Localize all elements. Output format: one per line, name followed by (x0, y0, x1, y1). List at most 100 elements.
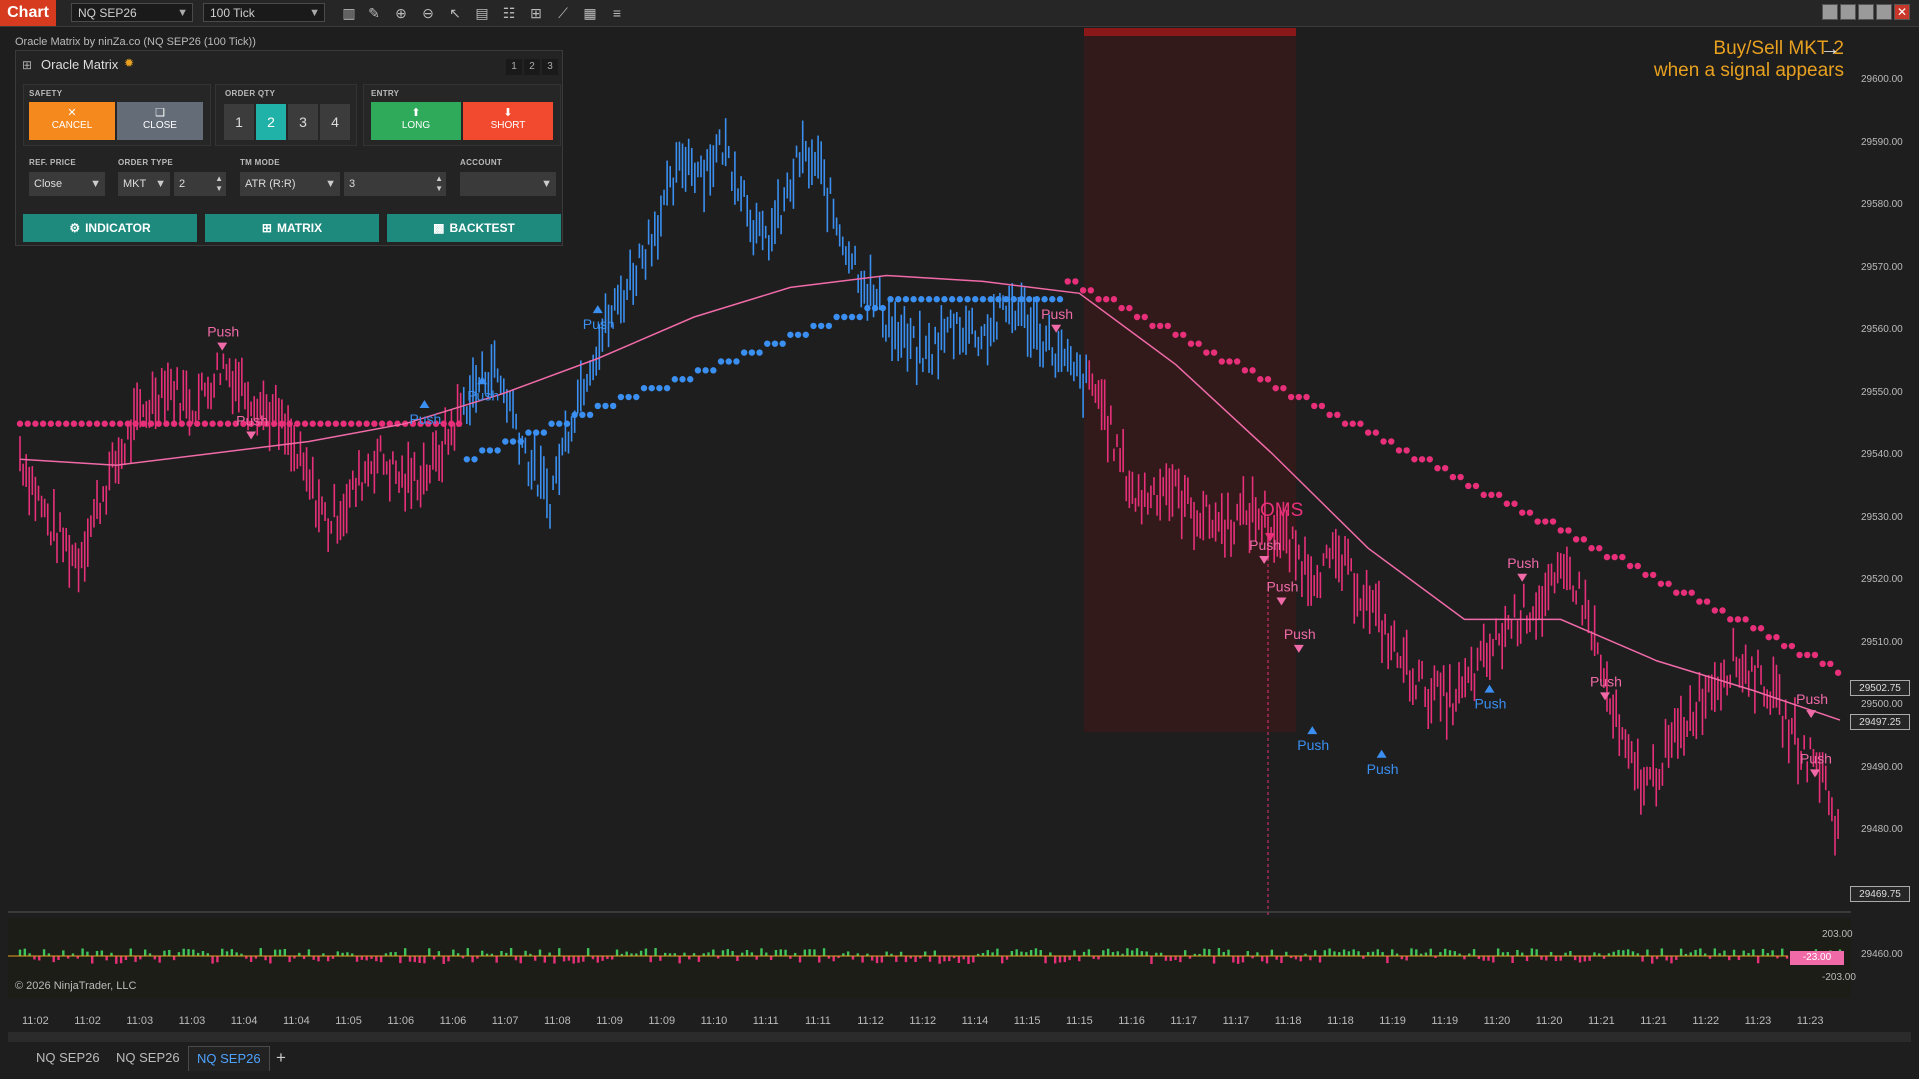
short-button[interactable]: ⬇ SHORT (463, 102, 553, 140)
volume-bar (572, 956, 575, 964)
trend-dot (363, 420, 370, 427)
grid-icon: ⊞ (261, 221, 272, 235)
volume-bar (1371, 951, 1375, 956)
panel-header[interactable]: ⊞ Oracle Matrix ✹ 1 2 3 (16, 51, 562, 79)
volume-bar (249, 956, 253, 962)
page-2-button[interactable]: 2 (524, 59, 540, 75)
volume-bar (1256, 952, 1259, 956)
tm-mode-offset-stepper[interactable]: 3 ▲ ▼ (344, 172, 446, 196)
trend-dot (1388, 438, 1395, 445)
close-button-label: CLOSE (143, 120, 177, 131)
pencil-icon[interactable]: ✎ (365, 4, 383, 22)
templates-icon[interactable]: ▦ (581, 4, 599, 22)
volume-bar (1660, 948, 1664, 956)
volume-bar (1275, 956, 1278, 960)
drawing-tools-icon[interactable]: ⟋ (554, 4, 572, 22)
trend-dot (687, 376, 694, 383)
time-tick-label: 11:16 (1118, 1015, 1145, 1027)
trend-dot (1126, 304, 1133, 312)
trend-dot (1426, 456, 1433, 463)
order-type-select[interactable]: MKT ▼ (118, 172, 170, 196)
trend-dot (1703, 598, 1711, 605)
trend-dot (1103, 296, 1110, 303)
data-box-icon[interactable]: ⊞ (527, 4, 545, 22)
signal-label: Push (1041, 306, 1073, 322)
volume-bar (42, 949, 46, 956)
volume-bar (23, 948, 27, 956)
trend-dot (155, 420, 162, 427)
pointer-icon[interactable]: ↖ (446, 4, 464, 22)
volume-bar (1068, 956, 1071, 961)
qty-4-button[interactable]: 4 (320, 104, 350, 140)
tab-nq-sep26-1[interactable]: NQ SEP26 (28, 1046, 108, 1070)
volume-bar (119, 956, 123, 964)
instrument-value: NQ SEP26 (78, 6, 137, 20)
strategies-icon[interactable]: ☷ (500, 4, 518, 22)
close-button[interactable]: ❑ CLOSE (117, 102, 203, 140)
trend-dot (740, 349, 748, 356)
trend-dot (1156, 322, 1164, 330)
volume-bar (1270, 949, 1274, 956)
tm-mode-select[interactable]: ATR (R:R) ▼ (240, 172, 340, 196)
chart-menu-button[interactable]: Chart (0, 0, 56, 26)
zoom-out-icon[interactable]: ⊖ (419, 4, 437, 22)
volume-bar (1723, 950, 1726, 956)
matrix-button[interactable]: ⊞ MATRIX (205, 214, 379, 242)
volume-bar (1150, 956, 1153, 964)
volume-bar (1208, 949, 1211, 956)
price-tick-label: 29600.00 (1861, 74, 1903, 85)
tab-nq-sep26-2[interactable]: NQ SEP26 (108, 1046, 188, 1070)
volume-bar (885, 951, 888, 956)
volume-bar (1381, 952, 1384, 956)
backtest-button[interactable]: ▩ BACKTEST (387, 214, 561, 242)
trend-dot (486, 447, 494, 454)
long-button[interactable]: ⬆ LONG (371, 102, 461, 140)
page-3-button[interactable]: 3 (542, 59, 558, 75)
bar-type-icon[interactable]: ▥ (340, 4, 358, 22)
signal-label: Push (1249, 537, 1281, 553)
volume-bar (1675, 956, 1678, 960)
indicator-button[interactable]: ⚙ INDICATOR (23, 214, 197, 242)
volume-bar (1265, 956, 1269, 964)
volume-bar (1203, 948, 1206, 956)
time-tick-label: 11:04 (283, 1015, 310, 1027)
trend-dot (848, 313, 856, 321)
trend-dot (301, 420, 309, 427)
tile-window-button[interactable] (1822, 4, 1838, 20)
qty-3-button[interactable]: 3 (288, 104, 318, 140)
horizontal-scrollbar[interactable] (8, 1032, 1911, 1042)
volume-bar (538, 949, 542, 956)
signal-label: Push (1297, 737, 1329, 753)
tab-nq-sep26-active[interactable]: NQ SEP26 (188, 1046, 270, 1071)
trend-dot (1233, 358, 1241, 365)
zoom-in-icon[interactable]: ⊕ (392, 4, 410, 22)
cancel-button[interactable]: ✕ CANCEL (29, 102, 115, 140)
tab-window-button[interactable] (1840, 4, 1856, 20)
volume-bar (360, 956, 364, 960)
trend-dot (324, 420, 332, 427)
trend-dot (186, 420, 193, 427)
maximize-button[interactable] (1876, 4, 1892, 20)
spinner-icon: ▲ ▼ (435, 174, 443, 193)
signal-label: Push (409, 411, 441, 427)
qty-2-button[interactable]: 2 (256, 104, 286, 140)
time-tick-label: 11:15 (1066, 1015, 1093, 1027)
page-1-button[interactable]: 1 (506, 59, 522, 75)
instrument-selector[interactable]: NQ SEP26 ▼ (71, 3, 193, 22)
trend-dot (209, 420, 216, 427)
volume-bar (1439, 952, 1442, 956)
add-tab-button[interactable]: + (276, 1046, 286, 1070)
volume-bar (904, 956, 908, 963)
properties-icon[interactable]: ▤ (473, 4, 491, 22)
close-window-button[interactable]: ✕ (1894, 4, 1910, 20)
minimize-button[interactable] (1858, 4, 1874, 20)
list-icon[interactable]: ≡ (608, 4, 626, 22)
trend-dot (502, 438, 509, 445)
order-type-offset-value: 2 (179, 178, 186, 190)
ref-price-select[interactable]: Close ▼ (29, 172, 105, 196)
trend-dot (1411, 456, 1418, 463)
interval-selector[interactable]: 100 Tick ▼ (203, 3, 325, 22)
order-type-offset-stepper[interactable]: 2 ▲ ▼ (174, 172, 226, 196)
qty-1-button[interactable]: 1 (224, 104, 254, 140)
account-select[interactable]: ▼ (460, 172, 556, 196)
